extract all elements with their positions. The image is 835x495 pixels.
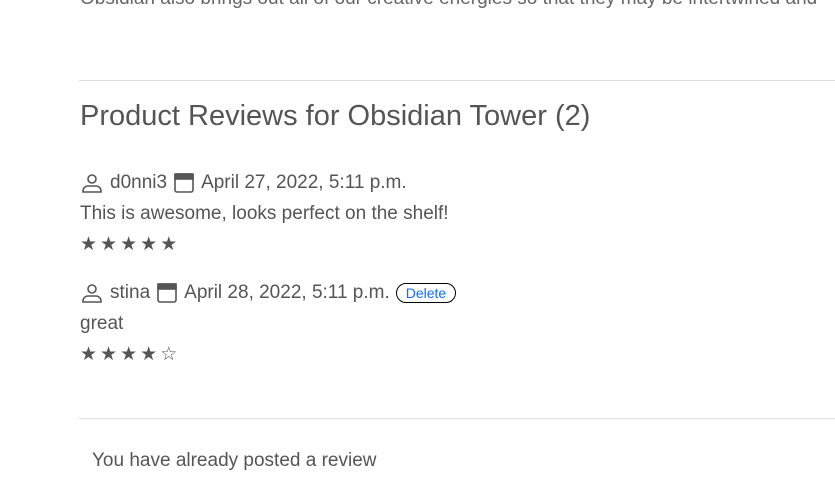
- divider: [79, 80, 835, 81]
- star-filled-icon: ★: [100, 344, 118, 365]
- star-rating: ★ ★ ★ ★ ☆: [80, 343, 177, 366]
- star-filled-icon: ★: [160, 234, 178, 255]
- already-posted-message: You have already posted a review: [92, 450, 377, 471]
- review-date: April 28, 2022, 5:11 p.m.: [184, 282, 390, 303]
- review-meta: d0nni3 April 27, 2022, 5:11 p.m.: [80, 171, 407, 195]
- calendar-icon: [174, 173, 194, 193]
- review-author: d0nni3: [110, 172, 168, 193]
- star-rating: ★ ★ ★ ★ ★: [80, 233, 177, 256]
- review-text: This is awesome, looks perfect on the sh…: [80, 203, 449, 224]
- user-icon: [82, 284, 102, 303]
- review-meta: stina April 28, 2022, 5:11 p.m. Delete: [80, 281, 457, 305]
- divider: [79, 418, 835, 419]
- reviews-title: Product Reviews for Obsidian Tower (2): [80, 100, 591, 132]
- star-filled-icon: ★: [100, 234, 118, 255]
- calendar-icon: [157, 283, 177, 303]
- star-filled-icon: ★: [140, 344, 158, 365]
- review-text: great: [80, 313, 124, 334]
- user-icon: [82, 174, 102, 193]
- star-filled-icon: ★: [80, 344, 98, 365]
- star-empty-icon: ☆: [160, 344, 178, 365]
- star-filled-icon: ★: [140, 234, 158, 255]
- review-date: April 27, 2022, 5:11 p.m.: [201, 172, 407, 193]
- star-filled-icon: ★: [120, 234, 138, 255]
- star-filled-icon: ★: [120, 344, 138, 365]
- star-filled-icon: ★: [80, 234, 98, 255]
- delete-review-button[interactable]: Delete: [395, 283, 457, 303]
- review-author: stina: [110, 282, 151, 303]
- product-description-tail: Obsidian also brings out all of our crea…: [80, 0, 817, 10]
